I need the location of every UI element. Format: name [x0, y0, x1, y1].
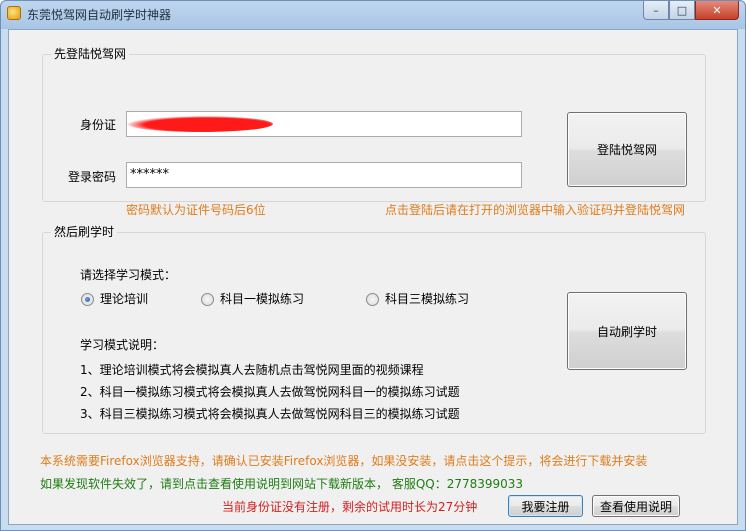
radio-subject-three[interactable]: 科目三模拟练习	[366, 291, 469, 307]
login-button[interactable]: 登陆悦驾网	[567, 112, 687, 187]
password-hint: 密码默认为证件号码后6位	[126, 203, 266, 217]
radio-theory[interactable]: 理论培训	[81, 291, 148, 307]
study-group-title: 然后刷学时	[51, 225, 118, 239]
captcha-hint: 点击登陆后请在打开的浏览器中输入验证码并登陆悦驾网	[385, 203, 686, 217]
radio-subject-one-label: 科目一模拟练习	[220, 292, 305, 306]
invalid-notice: 如果发现软件失效了，请到点击查看使用说明到网站下载新版本， 客服QQ：27783…	[40, 477, 524, 491]
app-window: 东莞悦驾网自动刷学时神器 – □ ✕ 先登陆悦驾网 身份证 登录密码 *****…	[0, 0, 746, 531]
radio-theory-label: 理论培训	[100, 292, 149, 306]
maximize-button[interactable]: □	[669, 1, 695, 20]
redaction-scribble	[127, 116, 273, 132]
password-label: 登录密码	[68, 170, 117, 184]
register-button[interactable]: 我要注册	[508, 495, 583, 517]
study-group: 然后刷学时 请选择学习模式： 理论培训 科目一模拟练习 科目三模拟练习 学习模式…	[42, 225, 706, 434]
mode-desc-line-1: 1、理论培训模式将会模拟真人去随机点击驾悦网里面的视频课程	[80, 363, 424, 377]
mode-desc-line-3: 3、科目三模拟练习模式将会模拟真人去做驾悦网科目三的模拟练习试题	[80, 407, 460, 421]
mode-prompt: 请选择学习模式：	[80, 268, 177, 282]
app-icon	[7, 6, 21, 20]
id-input[interactable]	[126, 111, 522, 137]
client-area: 先登陆悦驾网 身份证 登录密码 ****** 密码默认为证件号码后6位 点击登陆…	[8, 29, 738, 525]
title-bar[interactable]: 东莞悦驾网自动刷学时神器 – □ ✕	[1, 1, 745, 27]
auto-study-button[interactable]: 自动刷学时	[567, 292, 687, 370]
radio-subject-three-label: 科目三模拟练习	[385, 292, 470, 306]
radio-unchecked-icon	[366, 292, 379, 306]
window-title: 东莞悦驾网自动刷学时神器	[27, 8, 172, 22]
radio-checked-icon	[81, 292, 94, 306]
password-input[interactable]: ******	[126, 162, 522, 188]
id-label: 身份证	[80, 118, 117, 132]
close-button[interactable]: ✕	[695, 1, 739, 20]
trial-notice: 当前身份证没有注册，剩余的试用时长为27分钟	[222, 500, 478, 514]
login-group: 先登陆悦驾网 身份证 登录密码 ****** 密码默认为证件号码后6位 点击登陆…	[42, 47, 706, 217]
minimize-button[interactable]: –	[643, 1, 669, 20]
help-button[interactable]: 查看使用说明	[592, 495, 680, 517]
caption-buttons: – □ ✕	[643, 1, 739, 20]
mode-desc-line-2: 2、科目一模拟练习模式将会模拟真人去做驾悦网科目一的模拟练习试题	[80, 385, 460, 399]
mode-desc-title: 学习模式说明：	[80, 338, 165, 352]
login-group-title: 先登陆悦驾网	[51, 47, 130, 61]
radio-unchecked-icon	[201, 292, 214, 306]
radio-subject-one[interactable]: 科目一模拟练习	[201, 291, 304, 307]
firefox-notice-link[interactable]: 本系统需要Firefox浏览器支持，请确认已安装Firefox浏览器，如果没安装…	[40, 454, 647, 468]
